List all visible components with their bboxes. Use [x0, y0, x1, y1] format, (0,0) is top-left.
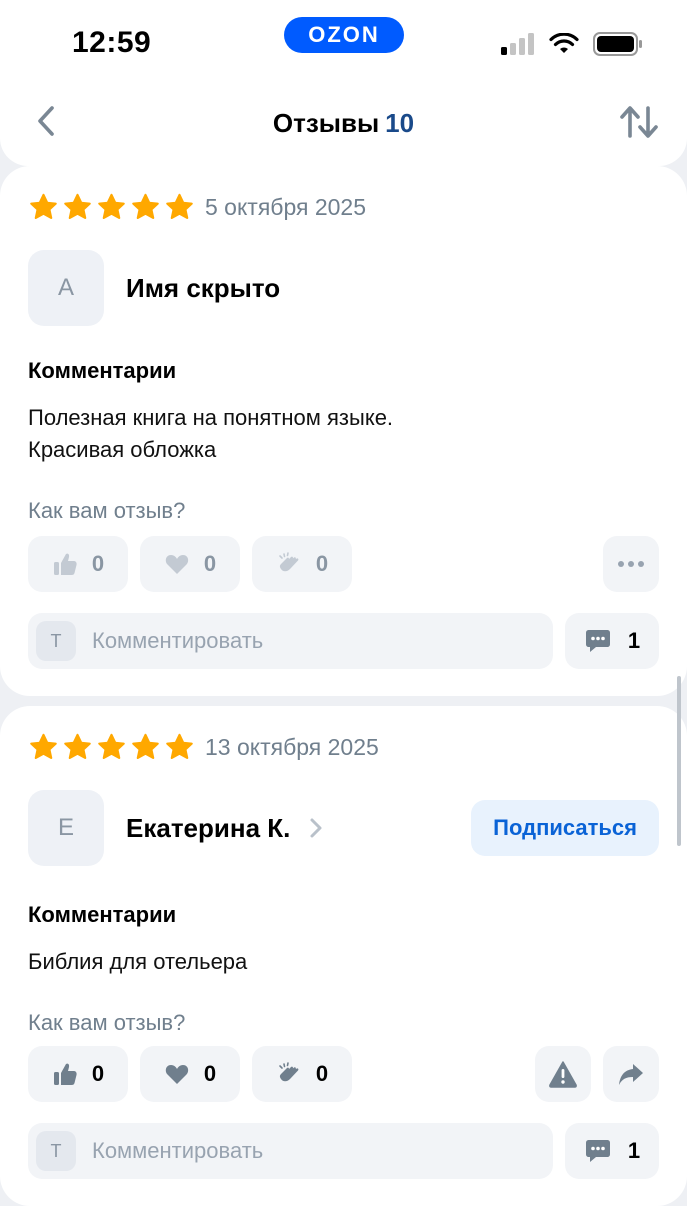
star-icon: [30, 733, 57, 759]
comments-button[interactable]: 1: [565, 1123, 659, 1179]
feedback-prompt: Как вам отзыв?: [28, 498, 186, 523]
like-button[interactable]: 0: [28, 536, 128, 592]
heart-count: 0: [203, 1061, 217, 1086]
comment-section-title: Комментарии: [28, 902, 177, 927]
star-icon: [98, 193, 125, 219]
clap-button[interactable]: 0: [252, 1046, 352, 1102]
author-name[interactable]: Екатерина К.: [126, 813, 290, 844]
comment-row: Т Комментировать 1: [28, 613, 659, 669]
like-count: 0: [91, 551, 105, 576]
wifi-icon: [549, 33, 579, 53]
author-row: А Имя скрыто: [28, 250, 659, 326]
user-avatar: Т: [36, 1131, 76, 1171]
star-rating: [28, 732, 195, 763]
comment-row: Т Комментировать 1: [28, 1123, 659, 1179]
star-icon: [132, 193, 159, 219]
heart-count: 0: [203, 551, 217, 576]
comment-bubble-icon: [585, 630, 610, 652]
review-text-line: Библия для отельера: [28, 949, 248, 974]
clap-button[interactable]: 0: [252, 536, 352, 592]
reactions-bar: 0 0 0: [28, 536, 659, 592]
subscribe-button[interactable]: Подписаться: [471, 800, 659, 856]
comment-placeholder: Комментировать: [92, 1138, 264, 1163]
signal-icon: [501, 33, 534, 55]
heart-button[interactable]: 0: [140, 536, 240, 592]
star-icon: [98, 733, 125, 759]
battery-icon: [593, 32, 642, 56]
review-text: Полезная книга на понятном языке. Красив…: [28, 402, 393, 466]
rating-row: 5 октября 2025: [28, 192, 366, 223]
star-rating: [28, 192, 195, 223]
avatar: Е: [28, 790, 104, 866]
comment-section-title: Комментарии: [28, 358, 177, 383]
reactions-bar: 0 0 0: [28, 1046, 659, 1102]
ozon-badge: OZON: [284, 17, 404, 53]
comment-bubble-icon: [585, 1140, 610, 1162]
star-icon: [64, 193, 91, 219]
sort-icon[interactable]: [619, 104, 659, 140]
clap-count: 0: [315, 1061, 329, 1086]
page-title: Отзывы 10: [0, 108, 687, 139]
review-date: 13 октября 2025: [205, 734, 379, 760]
page-title-text: Отзывы: [272, 108, 380, 138]
warning-icon: [549, 1061, 577, 1088]
more-button[interactable]: [603, 536, 659, 592]
thumbs-up-icon: [53, 553, 77, 575]
star-icon: [132, 733, 159, 759]
review-card: 13 октября 2025 Е Екатерина К. Подписать…: [0, 706, 687, 1206]
star-icon: [166, 193, 193, 219]
scrollbar[interactable]: [677, 676, 681, 846]
author-row: Е Екатерина К. Подписаться: [28, 790, 659, 866]
clap-icon: [279, 1062, 299, 1082]
rating-row: 13 октября 2025: [28, 732, 379, 763]
header: Отзывы 10: [0, 70, 687, 166]
like-count: 0: [91, 1061, 105, 1086]
review-card: 5 октября 2025 А Имя скрыто Комментарии …: [0, 166, 687, 696]
status-time: 12:59: [72, 26, 152, 59]
report-button[interactable]: [535, 1046, 591, 1102]
avatar: А: [28, 250, 104, 326]
feedback-prompt: Как вам отзыв?: [28, 1010, 186, 1035]
star-icon: [166, 733, 193, 759]
clap-count: 0: [315, 551, 329, 576]
comments-count: 1: [627, 628, 641, 653]
clap-icon: [279, 552, 299, 572]
comment-input[interactable]: Т Комментировать: [28, 613, 553, 669]
review-text-line: Красивая обложка: [28, 437, 217, 462]
comment-input[interactable]: Т Комментировать: [28, 1123, 553, 1179]
share-button[interactable]: [603, 1046, 659, 1102]
author-name: Имя скрыто: [126, 272, 281, 303]
comments-button[interactable]: 1: [565, 613, 659, 669]
review-text: Библия для отельера: [28, 946, 247, 978]
comment-placeholder: Комментировать: [92, 628, 264, 653]
heart-button[interactable]: 0: [140, 1046, 240, 1102]
like-button[interactable]: 0: [28, 1046, 128, 1102]
heart-icon: [165, 1065, 189, 1084]
chevron-right-icon[interactable]: [308, 817, 324, 839]
review-date: 5 октября 2025: [205, 194, 366, 220]
status-icons: [501, 32, 643, 56]
reviews-count: 10: [385, 108, 415, 138]
share-arrow-icon: [619, 1064, 643, 1085]
heart-icon: [165, 555, 189, 574]
comments-count: 1: [627, 1138, 641, 1163]
more-dots-icon: [618, 561, 644, 567]
thumbs-up-icon: [53, 1063, 77, 1085]
user-avatar: Т: [36, 621, 76, 661]
star-icon: [64, 733, 91, 759]
review-text-line: Полезная книга на понятном языке.: [28, 405, 394, 430]
star-icon: [30, 193, 57, 219]
